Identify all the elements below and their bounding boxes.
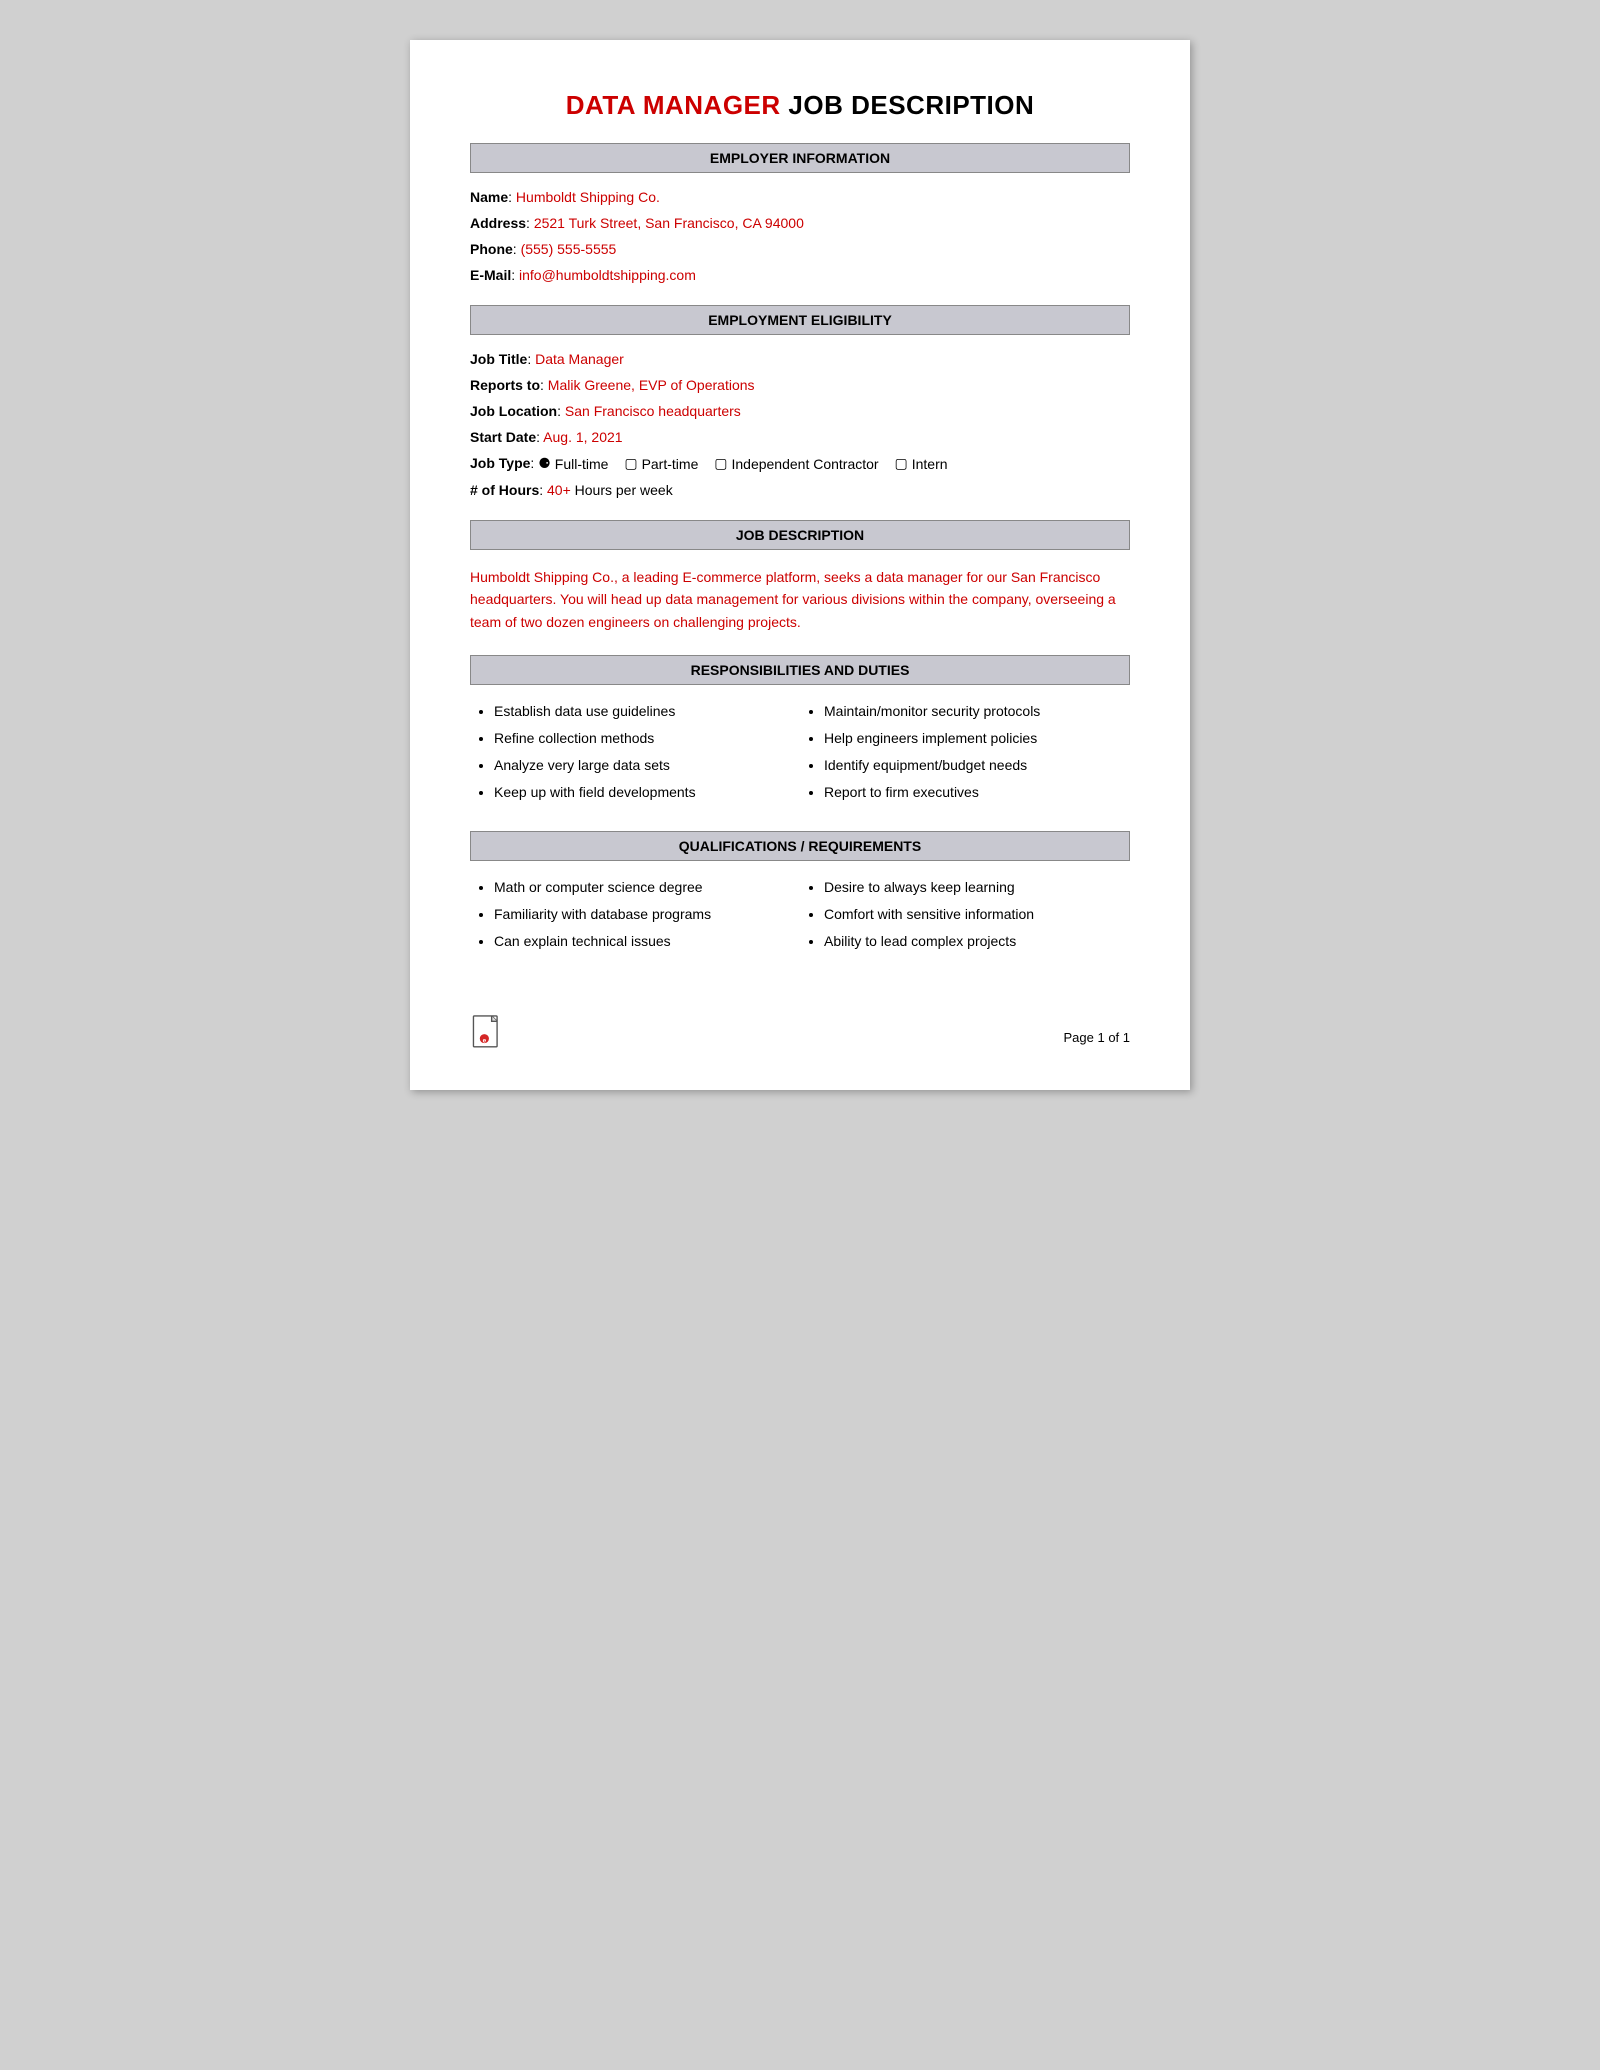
start-date-field: Start Date: Aug. 1, 2021 [470, 429, 1130, 445]
phone-label: Phone [470, 241, 513, 257]
job-type-label: Job Type [470, 455, 530, 471]
title-highlight: DATA MANAGER [566, 90, 781, 120]
fulltime-label: Full-time [555, 456, 609, 472]
job-location-value: San Francisco headquarters [565, 403, 741, 419]
job-description-header: JOB DESCRIPTION [470, 520, 1130, 550]
intern-checkbox: ▢ Intern [894, 455, 947, 472]
hours-rest: Hours per week [571, 482, 673, 498]
document-icon: e [470, 1015, 506, 1055]
start-date-value: Aug. 1, 2021 [543, 429, 622, 445]
hours-field: # of Hours: 40+ Hours per week [470, 482, 1130, 498]
email-field: E-Mail: info@humboldtshipping.com [470, 267, 1130, 283]
intern-label: Intern [912, 456, 948, 472]
contractor-checkbox: ▢Independent Contractor [714, 455, 878, 472]
list-item: Can explain technical issues [494, 931, 800, 952]
address-field: Address: 2521 Turk Street, San Francisco… [470, 215, 1130, 231]
qualifications-col1: Math or computer science degree Familiar… [470, 877, 800, 958]
footer: e Page 1 of 1 [470, 1015, 1130, 1060]
reports-to-label: Reports to [470, 377, 540, 393]
email-value: info@humboldtshipping.com [519, 267, 696, 283]
reports-to-value: Malik Greene, EVP of Operations [548, 377, 755, 393]
parttime-label: Part-time [642, 456, 699, 472]
job-type-field: Job Type: ⚈Full-time ▢Part-time ▢Indepen… [470, 455, 1130, 472]
name-label: Name [470, 189, 508, 205]
list-item: Identify equipment/budget needs [824, 755, 1130, 776]
svg-text:e: e [483, 1037, 487, 1044]
title-rest: JOB DESCRIPTION [781, 90, 1035, 120]
responsibilities-section: RESPONSIBILITIES AND DUTIES Establish da… [470, 655, 1130, 809]
employment-eligibility-section: EMPLOYMENT ELIGIBILITY Job Title: Data M… [470, 305, 1130, 498]
document-page: DATA MANAGER JOB DESCRIPTION EMPLOYER IN… [410, 40, 1190, 1090]
list-item: Math or computer science degree [494, 877, 800, 898]
list-item: Ability to lead complex projects [824, 931, 1130, 952]
list-item: Comfort with sensitive information [824, 904, 1130, 925]
job-location-label: Job Location [470, 403, 557, 419]
name-value: Humboldt Shipping Co. [516, 189, 660, 205]
parttime-checkbox: ▢ Part-time [624, 455, 698, 472]
employer-info-section: EMPLOYER INFORMATION Name: Humboldt Ship… [470, 143, 1130, 283]
reports-to-field: Reports to: Malik Greene, EVP of Operati… [470, 377, 1130, 393]
qualifications-col2: Desire to always keep learning Comfort w… [800, 877, 1130, 958]
list-item: Keep up with field developments [494, 782, 800, 803]
responsibilities-list: Establish data use guidelines Refine col… [470, 701, 1130, 809]
job-title-value: Data Manager [535, 351, 624, 367]
list-item: Analyze very large data sets [494, 755, 800, 776]
job-description-section: JOB DESCRIPTION Humboldt Shipping Co., a… [470, 520, 1130, 633]
qualifications-header: QUALIFICATIONS / REQUIREMENTS [470, 831, 1130, 861]
responsibilities-col1: Establish data use guidelines Refine col… [470, 701, 800, 809]
footer-logo: e [470, 1015, 506, 1060]
list-item: Desire to always keep learning [824, 877, 1130, 898]
employment-eligibility-header: EMPLOYMENT ELIGIBILITY [470, 305, 1130, 335]
list-item: Establish data use guidelines [494, 701, 800, 722]
hours-value: 40+ [547, 482, 571, 498]
phone-field: Phone: (555) 555-5555 [470, 241, 1130, 257]
responsibilities-col2: Maintain/monitor security protocols Help… [800, 701, 1130, 809]
list-item: Refine collection methods [494, 728, 800, 749]
address-label: Address [470, 215, 526, 231]
fulltime-checkbox: ⚈Full-time [538, 455, 608, 472]
qualifications-list: Math or computer science degree Familiar… [470, 877, 1130, 958]
contractor-label: Independent Contractor [731, 456, 878, 472]
list-item: Familiarity with database programs [494, 904, 800, 925]
job-location-field: Job Location: San Francisco headquarters [470, 403, 1130, 419]
intern-checkbox-icon: ▢ [894, 455, 907, 472]
list-item: Report to firm executives [824, 782, 1130, 803]
job-title-label: Job Title [470, 351, 527, 367]
main-title: DATA MANAGER JOB DESCRIPTION [470, 90, 1130, 121]
qualifications-section: QUALIFICATIONS / REQUIREMENTS Math or co… [470, 831, 1130, 958]
name-field: Name: Humboldt Shipping Co. [470, 189, 1130, 205]
responsibilities-header: RESPONSIBILITIES AND DUTIES [470, 655, 1130, 685]
fulltime-checkbox-icon: ⚈ [538, 455, 551, 472]
list-item: Maintain/monitor security protocols [824, 701, 1130, 722]
phone-value: (555) 555-5555 [521, 241, 617, 257]
employer-info-header: EMPLOYER INFORMATION [470, 143, 1130, 173]
contractor-checkbox-icon: ▢ [714, 455, 727, 472]
address-value: 2521 Turk Street, San Francisco, CA 9400… [534, 215, 804, 231]
parttime-checkbox-icon: ▢ [624, 455, 637, 472]
job-title-field: Job Title: Data Manager [470, 351, 1130, 367]
job-description-text: Humboldt Shipping Co., a leading E-comme… [470, 566, 1130, 633]
email-label: E-Mail [470, 267, 511, 283]
page-number: Page 1 of 1 [1064, 1030, 1131, 1045]
list-item: Help engineers implement policies [824, 728, 1130, 749]
start-date-label: Start Date [470, 429, 536, 445]
hours-label: # of Hours [470, 482, 539, 498]
